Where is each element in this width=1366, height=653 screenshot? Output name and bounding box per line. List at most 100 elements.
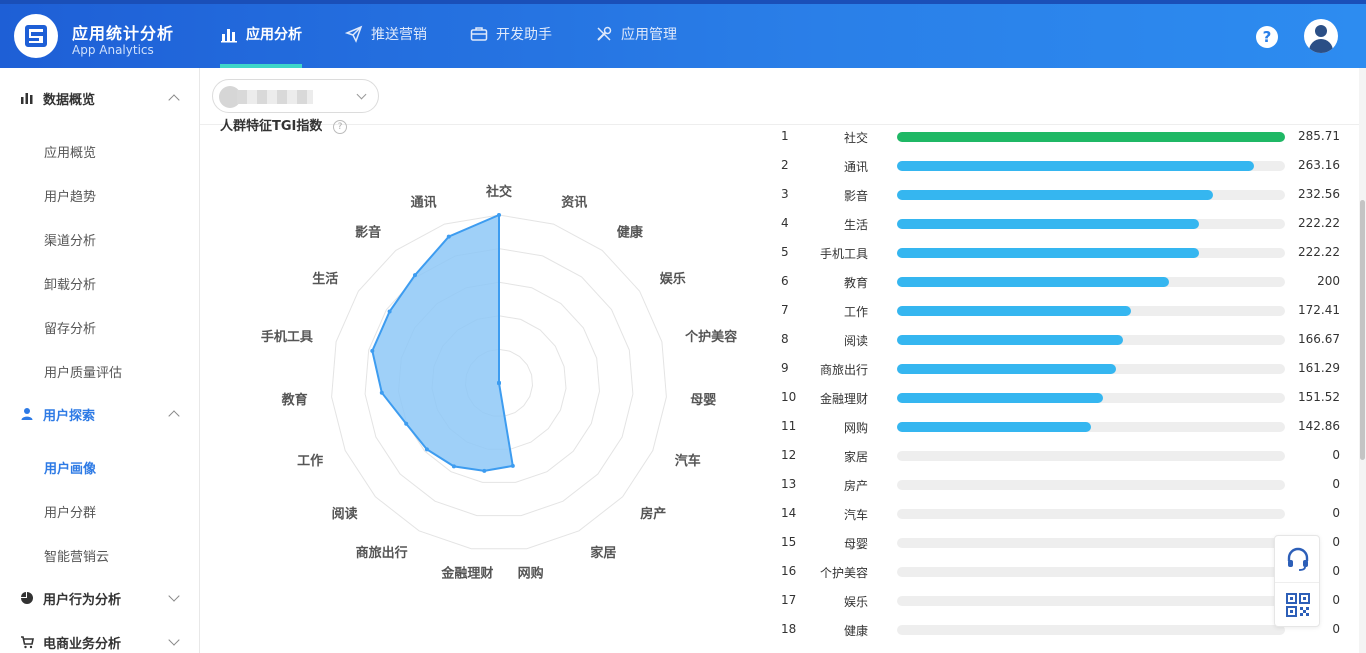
chevron-down-icon [168,634,180,646]
rank-bar-track [897,625,1285,635]
sidebar: 数据概览 应用概览 用户趋势 渠道分析 卸载分析 留存分析 用户质量评估 用户探… [0,68,200,653]
sidebar-group-label: 用户行为分析 [43,592,122,608]
rank-value: 0 [1332,448,1340,462]
rank-number: 16 [781,564,797,578]
scrollbar-thumb[interactable] [1360,200,1365,460]
radar-point[interactable] [387,309,392,314]
rank-number: 4 [781,216,789,230]
rank-bar-track [897,132,1285,142]
radar-point[interactable] [510,463,515,468]
divider [1275,582,1319,583]
app-logo-icon[interactable] [14,14,58,58]
user-icon [21,408,33,420]
bar-chart-icon [221,29,237,43]
pie-chart-icon [21,592,33,604]
sidebar-group-label: 数据概览 [43,92,96,108]
rank-label: 母婴 [843,537,868,551]
ranking-row: 17 娱乐 0 [776,593,1346,622]
radar-axis-label: 房产 [640,506,666,522]
sidebar-group-user-explore[interactable]: 用户探索 [0,394,200,434]
rank-bar-fill [897,306,1132,316]
radar-axis-label: 汽车 [675,453,701,469]
headset-icon[interactable] [1285,546,1311,572]
nav-dev-assistant[interactable]: 开发助手 [470,0,552,68]
sidebar-group-data-overview[interactable]: 数据概览 [0,78,200,118]
radar-point[interactable] [451,464,456,469]
rank-number: 13 [781,477,797,491]
rank-label: 教育 [843,276,868,290]
ranking-row: 2 通讯 263.16 [776,158,1346,187]
sidebar-item-retention-analysis[interactable]: 留存分析 [44,318,96,337]
radar-point[interactable] [497,381,501,385]
rank-bar-track [897,480,1285,490]
rank-bar-fill [897,277,1169,287]
floating-toolbar [1274,535,1320,627]
user-avatar-icon[interactable] [1304,19,1338,53]
radar-axis-label: 金融理财 [440,565,493,581]
rank-label: 社交 [843,131,868,145]
ranking-row: 18 健康 0 [776,622,1346,651]
sidebar-item-user-portrait[interactable]: 用户画像 [44,458,96,477]
rank-label: 网购 [843,421,868,435]
help-circle-icon[interactable]: ? [1256,26,1278,48]
app-selector-dropdown[interactable] [212,79,379,113]
bar-chart-icon [21,93,33,104]
nav-push-marketing[interactable]: 推送营销 [345,0,427,68]
sidebar-item-uninstall-analysis[interactable]: 卸载分析 [44,274,96,293]
chevron-down-icon [168,590,180,602]
sidebar-item-app-overview[interactable]: 应用概览 [44,142,96,161]
ranking-row: 10 金融理财 151.52 [776,390,1346,419]
rank-bar-track [897,422,1285,432]
rank-number: 5 [781,245,789,259]
nav-label: 开发助手 [496,27,552,43]
ranking-row: 6 教育 200 [776,274,1346,303]
rank-number: 9 [781,361,789,375]
radar-point[interactable] [413,273,417,278]
nav-app-management[interactable]: 应用管理 [595,0,677,68]
radar-point[interactable] [482,468,487,473]
rank-bar-track [897,509,1285,519]
sidebar-group-behavior-analysis[interactable]: 用户行为分析 [0,578,200,618]
rank-label: 个护美容 [819,566,868,580]
rank-bar-track [897,219,1285,229]
sidebar-group-label: 用户探索 [43,408,96,424]
sidebar-group-ecommerce-analysis[interactable]: 电商业务分析 [0,622,200,653]
nav-label: 推送营销 [371,27,427,43]
sidebar-item-user-segments[interactable]: 用户分群 [44,502,96,521]
radar-point[interactable] [424,447,429,452]
rank-bar-track [897,335,1285,345]
rank-bar-track [897,306,1285,316]
rank-value: 222.22 [1298,245,1340,259]
app-name-redacted [237,90,313,104]
sidebar-item-smart-marketing[interactable]: 智能营销云 [44,546,109,565]
rank-label: 生活 [843,218,868,232]
ranking-row: 3 影音 232.56 [776,187,1346,216]
radar-point[interactable] [404,421,409,426]
radar-point[interactable] [446,234,451,239]
rank-label: 影音 [843,189,868,203]
rank-number: 17 [781,593,797,607]
qrcode-icon[interactable] [1285,592,1311,618]
rank-bar-fill [897,248,1199,258]
radar-axis-label: 家居 [590,545,616,561]
nav-app-analysis[interactable]: 应用分析 [220,0,302,68]
top-header: 应用统计分析 App Analytics 应用分析 推送营销 开发助手 应用管理… [0,0,1366,68]
sidebar-item-channel-analysis[interactable]: 渠道分析 [44,230,96,249]
rank-value: 142.86 [1298,419,1340,433]
sidebar-item-user-quality[interactable]: 用户质量评估 [44,362,122,381]
rank-value: 232.56 [1298,187,1340,201]
radar-axis-label: 娱乐 [660,271,686,287]
radar-axis-label: 资讯 [561,194,587,210]
nav-label: 应用管理 [621,27,677,43]
rank-label: 汽车 [843,508,868,522]
rank-value: 263.16 [1298,158,1340,172]
rank-label: 娱乐 [843,595,868,609]
radar-point[interactable] [370,348,375,353]
radar-axis-label: 阅读 [332,506,358,522]
rank-label: 商旅出行 [819,363,868,377]
radar-chart: 社交资讯健康娱乐个护美容母婴汽车房产家居网购 金融理财 商旅出行 阅读 工作 教育 手机工具… [261,184,737,581]
radar-point[interactable] [379,390,384,395]
sidebar-item-user-trend[interactable]: 用户趋势 [44,186,96,205]
rank-number: 6 [781,274,789,288]
radar-point[interactable] [497,213,501,217]
